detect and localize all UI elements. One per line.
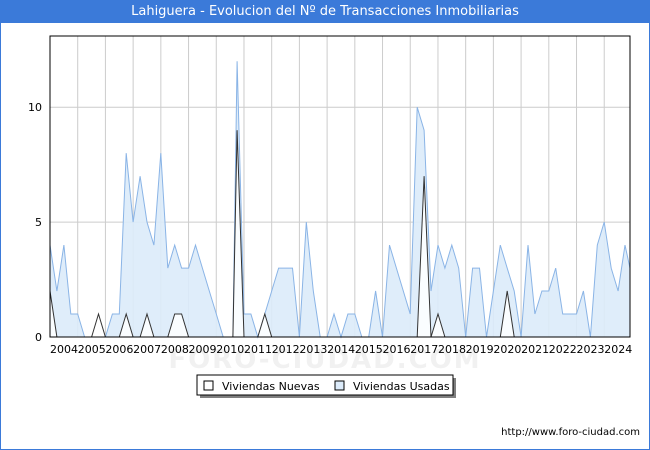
y-tick-label: 5 <box>35 216 42 229</box>
y-tick-label: 10 <box>28 101 42 114</box>
x-tick-label: 2007 <box>133 343 161 356</box>
x-tick-label: 2011 <box>244 343 272 356</box>
source-url: http://www.foro-ciudad.com <box>501 427 640 438</box>
legend-label-usadas: Viviendas Usadas <box>353 380 450 393</box>
x-tick-label: 2006 <box>105 343 133 356</box>
x-tick-label: 2016 <box>383 343 411 356</box>
x-tick-label: 2010 <box>216 343 244 356</box>
x-tick-label: 2009 <box>189 343 217 356</box>
x-tick-label: 2024 <box>604 343 632 356</box>
x-tick-label: 2014 <box>327 343 355 356</box>
x-tick-label: 2017 <box>410 343 438 356</box>
legend-label-nuevas: Viviendas Nuevas <box>222 380 320 393</box>
legend-swatch-nuevas <box>203 380 214 391</box>
x-tick-label: 2019 <box>466 343 494 356</box>
x-tick-label: 2018 <box>438 343 466 356</box>
x-tick-label: 2023 <box>577 343 605 356</box>
x-tick-label: 2021 <box>521 343 549 356</box>
x-tick-label: 2012 <box>272 343 300 356</box>
x-tick-label: 2004 <box>50 343 78 356</box>
chart-svg: FORO-CIUDAD.COM05102004 2005 2006 2007 2008 2… <box>28 35 632 398</box>
y-tick-label: 0 <box>35 331 42 344</box>
x-tick-label: 2022 <box>549 343 577 356</box>
x-tick-label: 2008 <box>161 343 189 356</box>
legend-swatch-usadas <box>334 380 345 391</box>
x-tick-label: 2015 <box>355 343 383 356</box>
x-tick-label: 2005 <box>78 343 106 356</box>
x-tick-label: 2020 <box>493 343 521 356</box>
x-tick-label: 2013 <box>299 343 327 356</box>
